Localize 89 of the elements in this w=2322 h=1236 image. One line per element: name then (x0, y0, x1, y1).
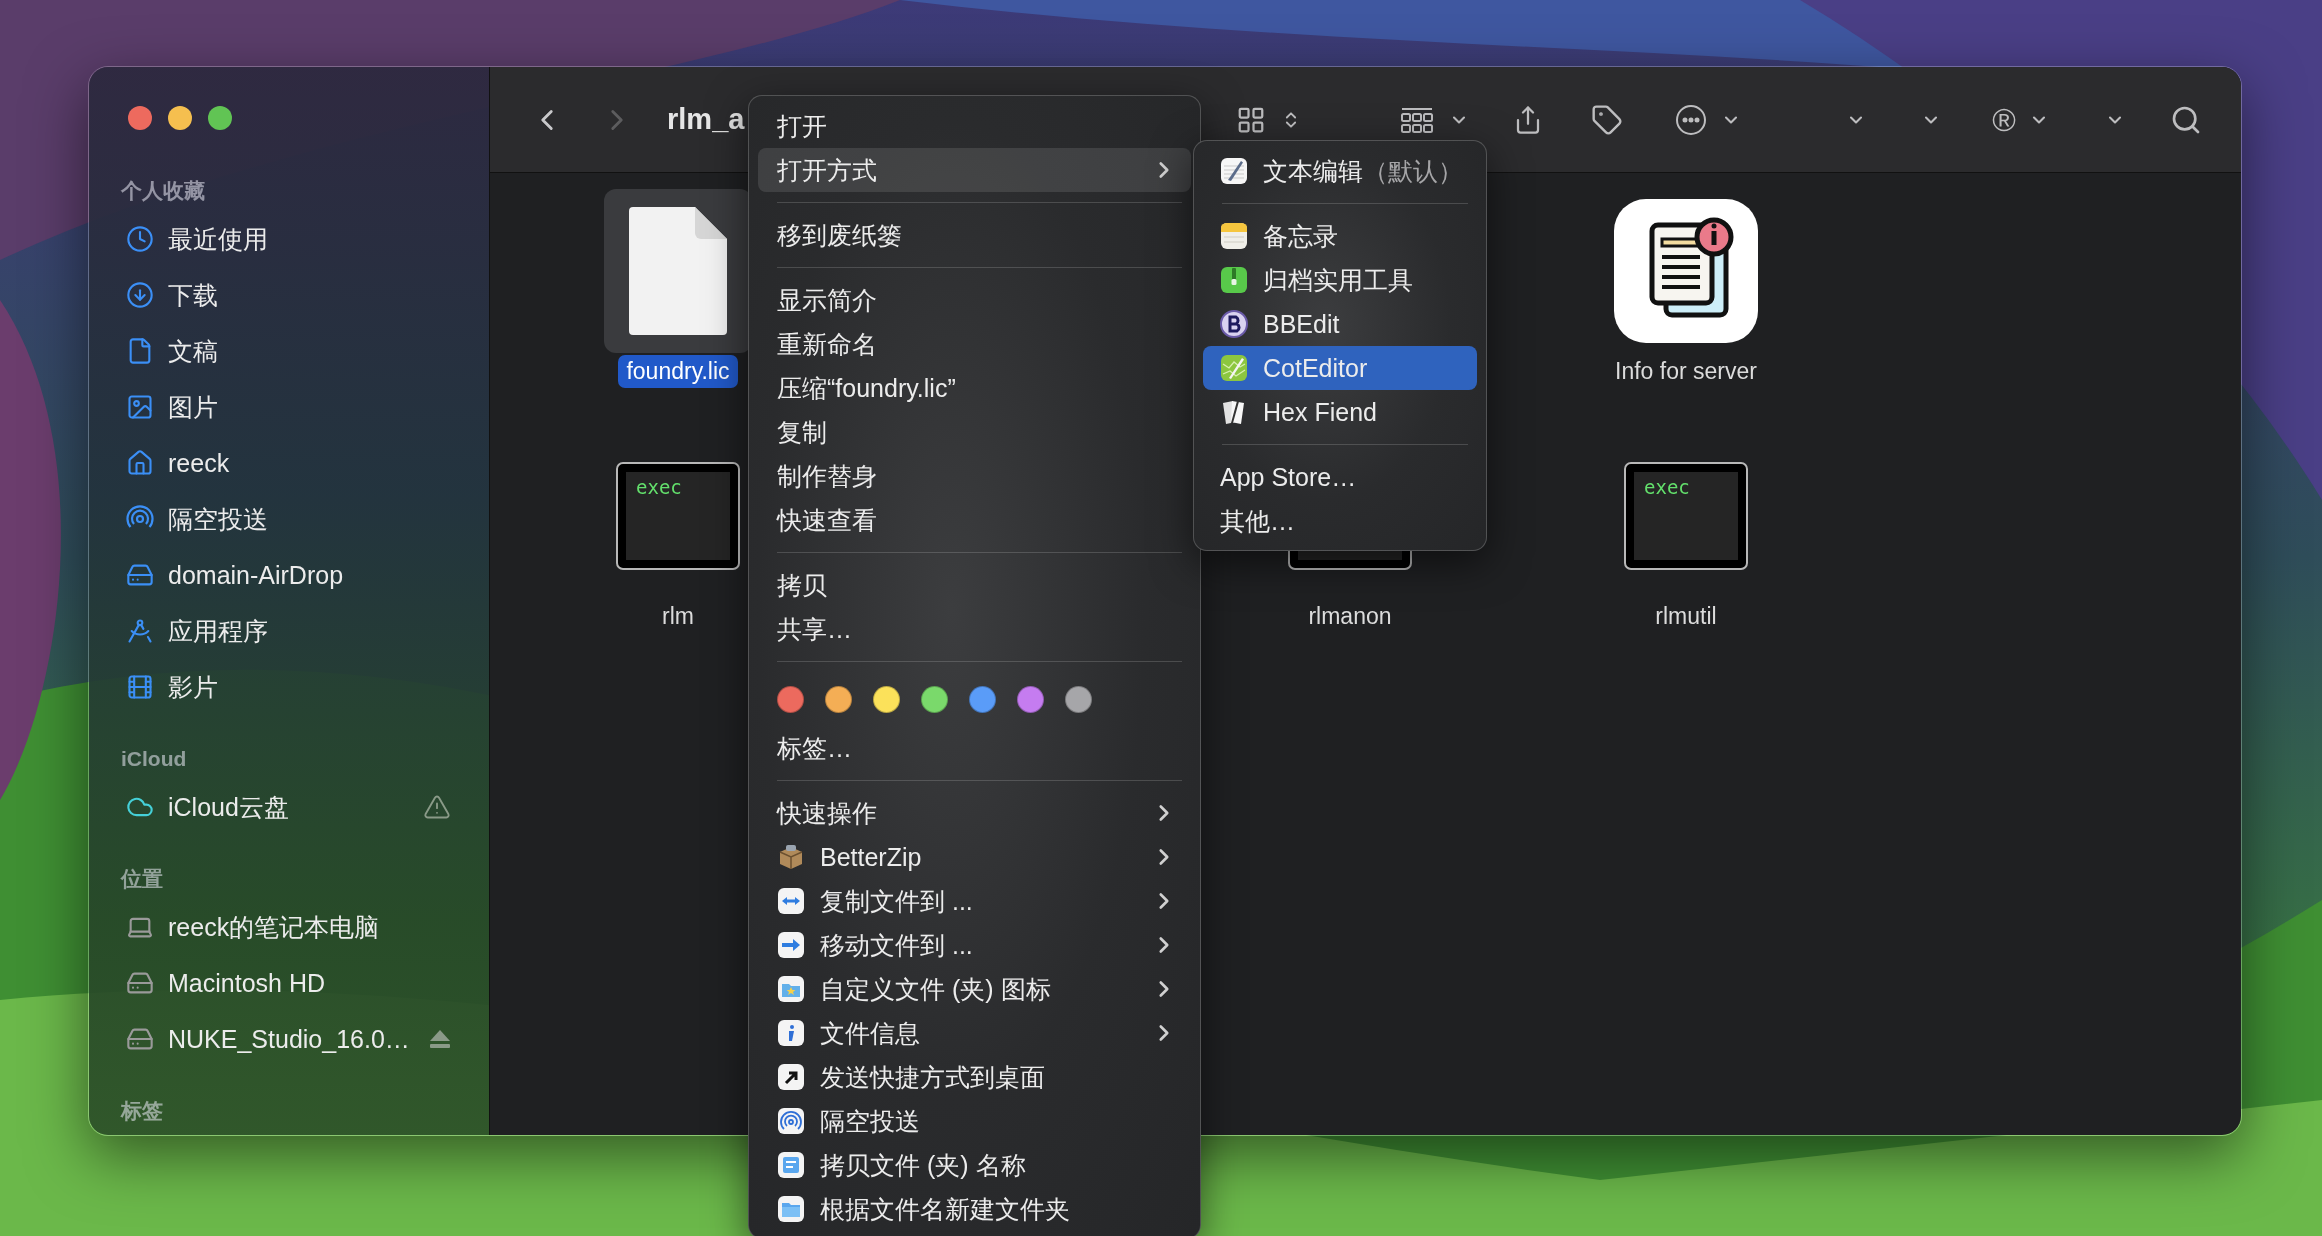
file-name[interactable]: foundry.lic (618, 355, 738, 388)
extension-button[interactable]: ® (1987, 102, 2021, 137)
menu-item[interactable]: 复制文件到 ... (758, 879, 1191, 923)
menu-item[interactable]: 快速操作 (758, 791, 1191, 835)
menu-item[interactable]: App Store… (1203, 455, 1477, 499)
menu-item[interactable]: 制作替身 (758, 454, 1191, 498)
image-icon (126, 393, 154, 421)
notepad-icon (1220, 222, 1248, 250)
house-icon (126, 449, 154, 477)
file-name[interactable]: Info for server (1607, 355, 1765, 388)
file-name[interactable]: rlmanon (1300, 600, 1400, 633)
map-pen-icon (1220, 354, 1248, 382)
menu-item[interactable]: 移动文件到 ... (758, 923, 1191, 967)
menu-item[interactable]: 移到废纸篓 (758, 213, 1191, 257)
info-icon (777, 1019, 805, 1047)
tag-color-dot[interactable] (825, 685, 852, 713)
folder-title: rlm_a (667, 103, 745, 136)
sidebar-item[interactable]: 影片 (89, 659, 479, 715)
file-type-label: exec (1644, 476, 1690, 498)
folder-icon (777, 1195, 805, 1223)
menu-item[interactable]: 拷贝 (758, 563, 1191, 607)
sidebar-section-heading: 标签 (119, 1098, 163, 1124)
tag-color-dot[interactable] (1065, 685, 1092, 713)
sidebar-item[interactable]: reeck的笔记本电脑 (89, 899, 479, 955)
tag-color-dot[interactable] (921, 685, 948, 713)
notepad-pen-icon (1220, 157, 1248, 185)
tag-color-dot[interactable] (777, 685, 804, 713)
menu-item[interactable]: 显示简介 (758, 278, 1191, 322)
menu-item[interactable]: 根据文件名新建文件夹 (758, 1187, 1191, 1231)
tag-color-dot[interactable] (873, 685, 900, 713)
sidebar-item[interactable]: 图片 (89, 379, 479, 435)
compass-icon (126, 617, 154, 645)
menu-item[interactable]: 文本编辑（默认） (1203, 149, 1477, 193)
tag-icon[interactable] (1590, 102, 1624, 137)
menu-item[interactable]: 备忘录 (1203, 214, 1477, 258)
sidebar-item[interactable]: 最近使用 (89, 211, 479, 267)
menu-item[interactable]: BetterZip (758, 835, 1191, 879)
menu-item[interactable]: 隔空投送 (758, 1099, 1191, 1143)
sidebar-item[interactable]: NUKE_Studio_16.0… (89, 1011, 479, 1067)
sidebar-item[interactable]: 应用程序 (89, 603, 479, 659)
menu-item[interactable]: 自定义文件 (夹) 图标 (758, 967, 1191, 1011)
sidebar-section-heading: 个人收藏 (120, 178, 205, 204)
menu-item[interactable]: 压缩“foundry.lic” (758, 366, 1191, 410)
file-type-label: exec (636, 476, 682, 498)
menu-item[interactable]: 打开方式 (758, 148, 1191, 192)
sidebar-section-heading: 位置 (119, 866, 163, 892)
round-badge-icon (1220, 310, 1248, 338)
arrow-right-icon (777, 931, 805, 959)
sidebar-item[interactable]: reeck (89, 435, 479, 491)
zipper-icon (1220, 266, 1248, 294)
minimize-button[interactable] (168, 106, 192, 130)
warning-icon[interactable] (423, 793, 451, 821)
menu-item[interactable]: BBEdit (1203, 302, 1477, 346)
menu-item[interactable]: 打开 (758, 104, 1191, 148)
menu-item[interactable]: 快速查看 (758, 498, 1191, 542)
tag-color-dot[interactable] (1017, 685, 1044, 713)
sidebar-item[interactable]: 隔空投送 (89, 491, 479, 547)
box-icon (777, 843, 805, 871)
menu-item[interactable]: Hex Fiend (1203, 390, 1477, 434)
eject-icon[interactable] (429, 1029, 451, 1049)
menu-item[interactable]: 发送快捷方式到桌面 (758, 1055, 1191, 1099)
document-icon (629, 207, 727, 335)
film-icon (126, 673, 154, 701)
sidebar-item[interactable]: domain-AirDrop (89, 547, 479, 603)
zoom-button[interactable] (208, 106, 232, 130)
menu-item[interactable]: 文件信息 (758, 1011, 1191, 1055)
close-button[interactable] (128, 106, 152, 130)
sidebar-item[interactable]: 下载 (89, 267, 479, 323)
menu-item[interactable]: 拷贝文件 (夹) 名称 (758, 1143, 1191, 1187)
clock-icon (126, 225, 154, 253)
file-name[interactable]: rlmutil (1647, 600, 1725, 633)
menu-item[interactable]: 共享… (758, 607, 1191, 651)
menu-item[interactable]: 重新命名 (758, 322, 1191, 366)
menu-item[interactable]: 标签… (758, 726, 1191, 770)
menu-item[interactable]: 复制 (758, 410, 1191, 454)
more-icon[interactable] (1674, 102, 1708, 137)
menu-item[interactable]: CotEditor (1203, 346, 1477, 390)
file-name[interactable]: rlm (654, 600, 702, 633)
document-info-icon (1614, 199, 1758, 343)
sidebar-item[interactable]: 文稿 (89, 323, 479, 379)
sidebar-section-heading: iCloud (120, 746, 187, 772)
sidebar-item[interactable]: Macintosh HD (89, 955, 479, 1011)
signal-rings-icon (777, 1107, 805, 1135)
download-icon (126, 281, 154, 309)
id-card-icon (777, 1151, 805, 1179)
menu-item[interactable]: 其他… (1203, 499, 1477, 543)
menu-item[interactable]: 归档实用工具 (1203, 258, 1477, 302)
sidebar-item[interactable]: iCloud云盘 (89, 779, 479, 835)
tag-color-dot[interactable] (969, 685, 996, 713)
